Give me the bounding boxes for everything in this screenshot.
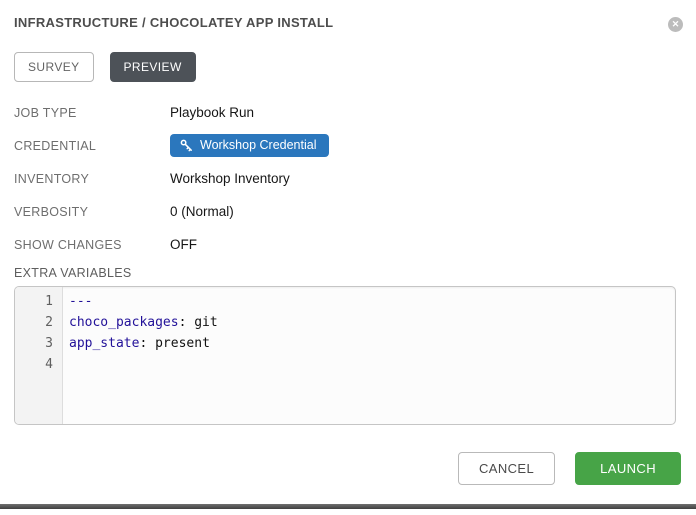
- credential-badge-label: Workshop Credential: [200, 138, 317, 152]
- verbosity-value: 0 (Normal): [170, 204, 234, 219]
- row-credential: CREDENTIAL Workshop Credential: [14, 129, 682, 162]
- tab-preview[interactable]: PREVIEW: [110, 52, 196, 82]
- row-inventory: INVENTORY Workshop Inventory: [14, 162, 682, 195]
- inventory-label: INVENTORY: [14, 172, 170, 186]
- tab-survey[interactable]: SURVEY: [14, 52, 94, 82]
- close-glyph: ✕: [672, 20, 680, 29]
- extra-variables-label: EXTRA VARIABLES: [14, 266, 132, 280]
- key-icon: [180, 139, 193, 152]
- close-icon[interactable]: ✕: [668, 17, 683, 32]
- line-number: 2: [15, 312, 62, 333]
- cancel-button[interactable]: CANCEL: [458, 452, 555, 485]
- credential-label: CREDENTIAL: [14, 139, 170, 153]
- page-title: INFRASTRUCTURE / CHOCOLATEY APP INSTALL: [14, 15, 333, 30]
- yaml-doc-separator: ---: [69, 294, 92, 309]
- row-show-changes: SHOW CHANGES OFF: [14, 228, 682, 261]
- tab-bar: SURVEY PREVIEW: [14, 52, 196, 82]
- row-job-type: JOB TYPE Playbook Run: [14, 96, 682, 129]
- show-changes-label: SHOW CHANGES: [14, 238, 170, 252]
- job-type-value: Playbook Run: [170, 105, 254, 120]
- job-details: JOB TYPE Playbook Run CREDENTIAL Worksho…: [14, 96, 682, 261]
- yaml-key: app_state: [69, 336, 139, 351]
- job-preview-modal: INFRASTRUCTURE / CHOCOLATEY APP INSTALL …: [0, 0, 696, 515]
- job-type-label: JOB TYPE: [14, 106, 170, 120]
- code-line-1: ---: [69, 291, 675, 312]
- page-bottom-edge: [0, 504, 696, 509]
- code-line-2: choco_packages: git: [69, 312, 675, 333]
- line-number: 4: [15, 354, 62, 375]
- inventory-value: Workshop Inventory: [170, 171, 290, 186]
- editor-line-numbers: 1 2 3 4: [15, 287, 63, 424]
- yaml-value: : present: [139, 336, 209, 351]
- editor-code-area[interactable]: --- choco_packages: git app_state: prese…: [63, 287, 675, 424]
- yaml-key: choco_packages: [69, 315, 179, 330]
- row-verbosity: VERBOSITY 0 (Normal): [14, 195, 682, 228]
- yaml-value: : git: [179, 315, 218, 330]
- modal-footer: CANCEL LAUNCH: [458, 452, 681, 485]
- line-number: 3: [15, 333, 62, 354]
- verbosity-label: VERBOSITY: [14, 205, 170, 219]
- credential-badge[interactable]: Workshop Credential: [170, 134, 329, 157]
- extra-variables-editor[interactable]: 1 2 3 4 --- choco_packages: git app_stat…: [14, 286, 676, 425]
- credential-value: Workshop Credential: [170, 134, 329, 157]
- code-line-3: app_state: present: [69, 333, 675, 354]
- show-changes-value: OFF: [170, 237, 197, 252]
- line-number: 1: [15, 291, 62, 312]
- launch-button[interactable]: LAUNCH: [575, 452, 681, 485]
